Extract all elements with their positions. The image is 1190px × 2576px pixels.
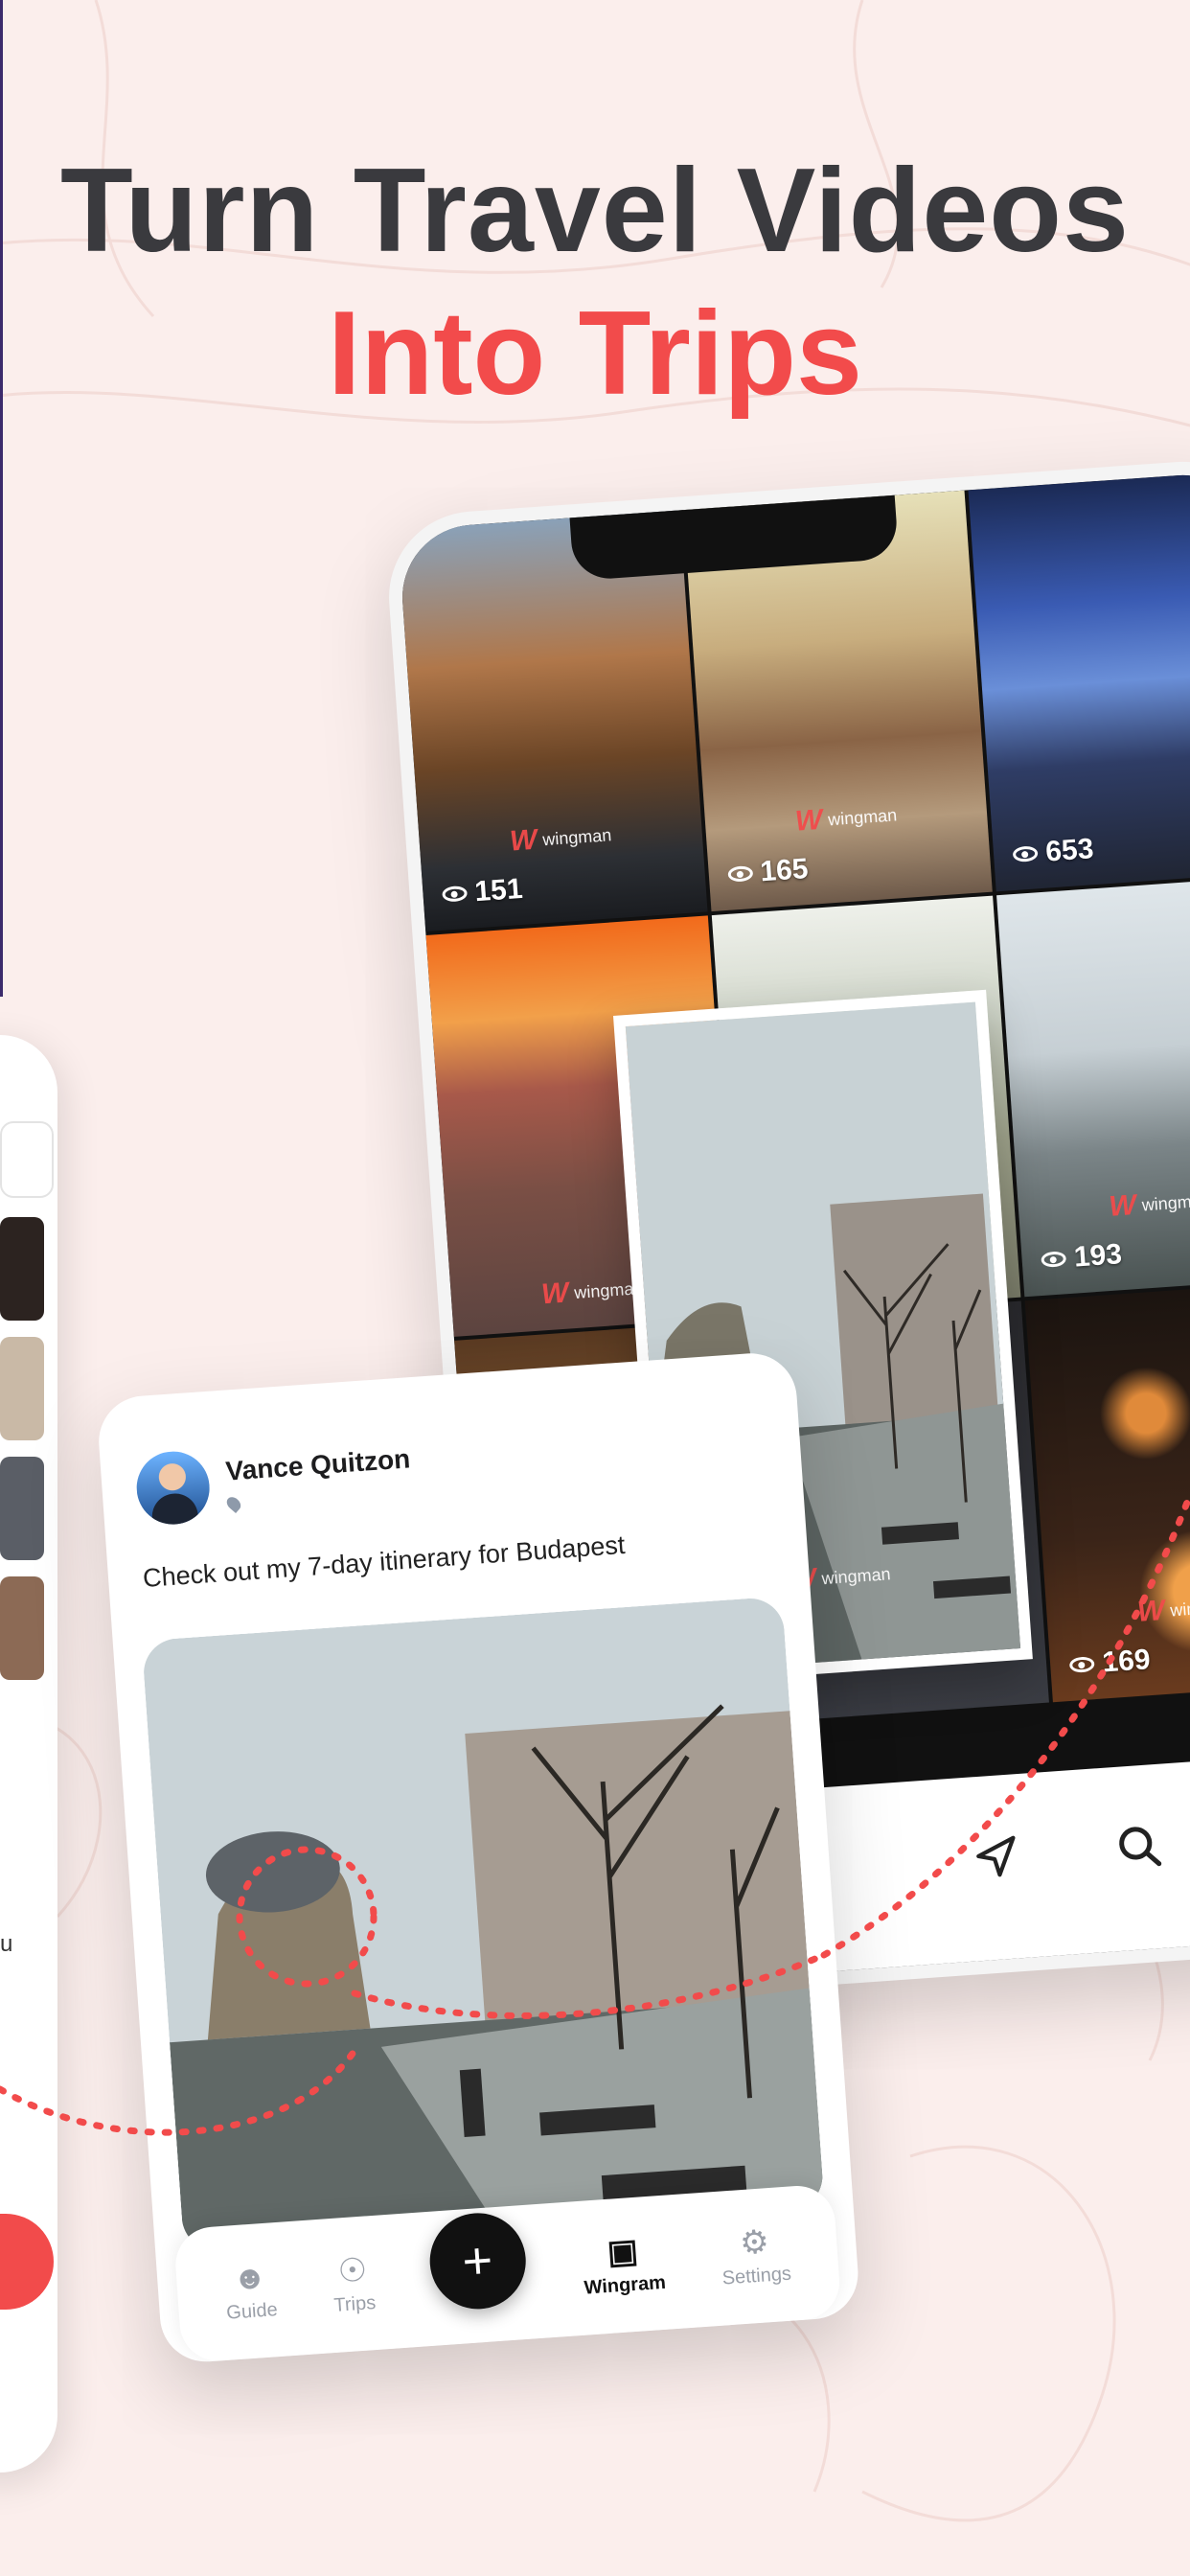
eye-icon — [1012, 845, 1039, 862]
thumbnail-3[interactable] — [0, 1457, 44, 1560]
nav-wingram[interactable]: ▣ Wingram — [581, 2231, 667, 2299]
compass-icon: ☉ — [336, 2251, 369, 2290]
post-header: Vance Quitzon — [134, 1435, 414, 1528]
add-button[interactable]: + — [426, 2210, 529, 2312]
wingman-watermark: Wwingman — [508, 823, 612, 858]
view-count: 151 — [441, 873, 524, 911]
view-count: 653 — [1012, 833, 1094, 871]
send-icon[interactable] — [971, 1831, 1021, 1882]
video-tile-budapest-bg[interactable]: Wwingman 193 — [996, 875, 1190, 1298]
thumbnail-2[interactable] — [0, 1337, 44, 1440]
headline-line2: Into Trips — [328, 288, 862, 420]
search-icon[interactable] — [1114, 1822, 1165, 1873]
thumbnail-1[interactable] — [0, 1217, 44, 1321]
wingman-watermark: Wwingman — [539, 1276, 644, 1311]
username[interactable]: Vance Quitzon — [224, 1443, 411, 1486]
nav-guide[interactable]: ☻ Guide — [223, 2258, 279, 2325]
red-button-edge[interactable] — [0, 2214, 54, 2310]
eye-icon — [442, 885, 469, 903]
left-phone-sliver: u — [0, 1035, 57, 2472]
wingman-watermark: Wwingman — [793, 803, 898, 838]
partial-text: u — [0, 1931, 13, 1957]
view-count: 169 — [1068, 1644, 1152, 1682]
eye-icon — [726, 865, 754, 883]
gear-icon: ⚙ — [738, 2222, 770, 2262]
view-count: 165 — [726, 853, 810, 891]
location-pin-icon — [223, 1494, 243, 1513]
video-tile-fireworks[interactable]: Wwingman 169 — [1024, 1280, 1190, 1703]
thumbnail-4[interactable] — [0, 1576, 44, 1680]
post-card: Vance Quitzon Check out my 7-day itinera… — [96, 1350, 861, 2365]
video-tile-milano[interactable]: 653 — [968, 470, 1190, 892]
view-count: 193 — [1041, 1238, 1123, 1276]
user-avatar[interactable] — [134, 1449, 213, 1528]
nav-settings[interactable]: ⚙ Settings — [719, 2222, 792, 2289]
budapest-photo — [141, 1596, 825, 2253]
wingman-watermark: Wwingman — [1135, 1594, 1190, 1628]
camera-icon: ▣ — [606, 2232, 640, 2271]
post-photo[interactable] — [141, 1596, 825, 2253]
guide-icon: ☻ — [231, 2258, 268, 2297]
wingman-watermark: Wwingman — [1108, 1188, 1190, 1223]
plus-icon: + — [460, 2231, 495, 2291]
headline-line1: Turn Travel Videos — [59, 145, 1131, 277]
search-box-edge[interactable] — [0, 1121, 54, 1198]
eye-icon — [1069, 1656, 1096, 1673]
post-caption: Check out my 7-day itinerary for Budapes… — [142, 1530, 627, 1593]
eye-icon — [1041, 1251, 1067, 1268]
nav-trips[interactable]: ☉ Trips — [331, 2251, 377, 2317]
headline: Turn Travel Videos Into Trips — [0, 144, 1190, 426]
